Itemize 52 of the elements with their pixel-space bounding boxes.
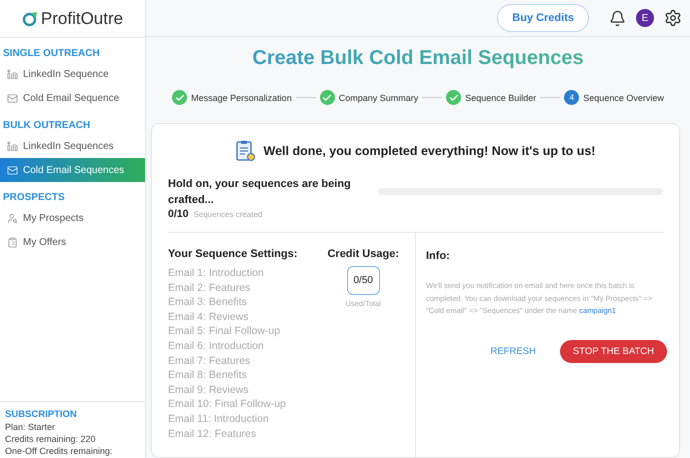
stop-batch-button[interactable]: STOP THE BATCH: [560, 340, 667, 362]
email-step: Email 4: Reviews: [168, 310, 318, 324]
step-number: 4: [564, 90, 580, 105]
completion-heading: Well done, you completed everything! Now it's up to us!: [264, 144, 596, 158]
step-label: Company Summary: [338, 92, 418, 102]
email-step: Email 1: Introduction: [168, 266, 318, 281]
email-step: Email 3: Benefits: [168, 295, 318, 310]
progress-message: Hold on, your sequences are being crafted...: [168, 177, 352, 208]
email-step: Email 2: Features: [168, 280, 318, 296]
envelope-icon: [7, 164, 18, 176]
email-step: Email 5: Final Follow-up: [168, 324, 318, 339]
credit-usage-title: Credit Usage:: [327, 248, 399, 260]
subscription-line: One-Off Credits remaining:: [5, 446, 114, 456]
sequence-count: 0/10: [168, 208, 188, 220]
clipboard-icon: [7, 236, 18, 248]
section-title: SINGLE OUTREACH: [2, 47, 101, 61]
email-step: Email 10: Final Follow-up: [168, 397, 318, 412]
sidebar-item[interactable]: LinkedIn Sequences: [0, 134, 145, 158]
sidebar-item[interactable]: LinkedIn Sequence: [0, 62, 145, 86]
count-label: Sequences created: [193, 210, 262, 219]
sidebar-item[interactable]: My Prospects: [0, 206, 145, 230]
clipboard-icon: [236, 140, 256, 162]
email-step: Email 8: Benefits: [168, 368, 318, 383]
email-step: Email 11: Introduction: [168, 412, 318, 427]
section-title: BULK OUTREACH: [2, 119, 92, 133]
logo-text: ProfitOutre: [40, 8, 124, 28]
email-step: Email 12: Features: [168, 426, 318, 442]
sidebar-item[interactable]: My Offers: [0, 230, 145, 254]
email-step: Email 9: Reviews: [168, 382, 318, 398]
linkedin-icon: [7, 140, 18, 152]
person-search-icon: [7, 212, 18, 224]
user-avatar[interactable]: E: [636, 9, 654, 27]
email-step: Email 7: Features: [168, 354, 318, 368]
buy-credits-button[interactable]: Buy Credits: [497, 4, 589, 32]
credit-usage-value: 0/50: [346, 266, 380, 295]
sidebar-item[interactable]: Cold Email Sequence: [0, 86, 145, 110]
sidebar-item[interactable]: Cold Email Sequences: [0, 158, 145, 182]
settings-title: Your Sequence Settings:: [168, 248, 298, 260]
settings-icon[interactable]: [664, 9, 682, 27]
subscription-line: Credits remaining: 220: [5, 434, 97, 444]
section-title: PROSPECTS: [2, 191, 66, 205]
subscription-line: Plan: Starter: [5, 422, 56, 432]
info-title: Info:: [426, 250, 451, 262]
step-label: Message Personalization: [191, 92, 292, 102]
logo-icon: [22, 10, 38, 26]
envelope-icon: [7, 92, 18, 104]
bell-icon[interactable]: [609, 10, 626, 26]
linkedin-icon: [7, 68, 18, 80]
email-step: Email 6: Introduction: [168, 338, 318, 354]
step-label: Sequence Builder: [465, 92, 536, 102]
step-label: Sequence Overview: [583, 92, 664, 102]
section-title: SUBSCRIPTION: [5, 409, 78, 420]
